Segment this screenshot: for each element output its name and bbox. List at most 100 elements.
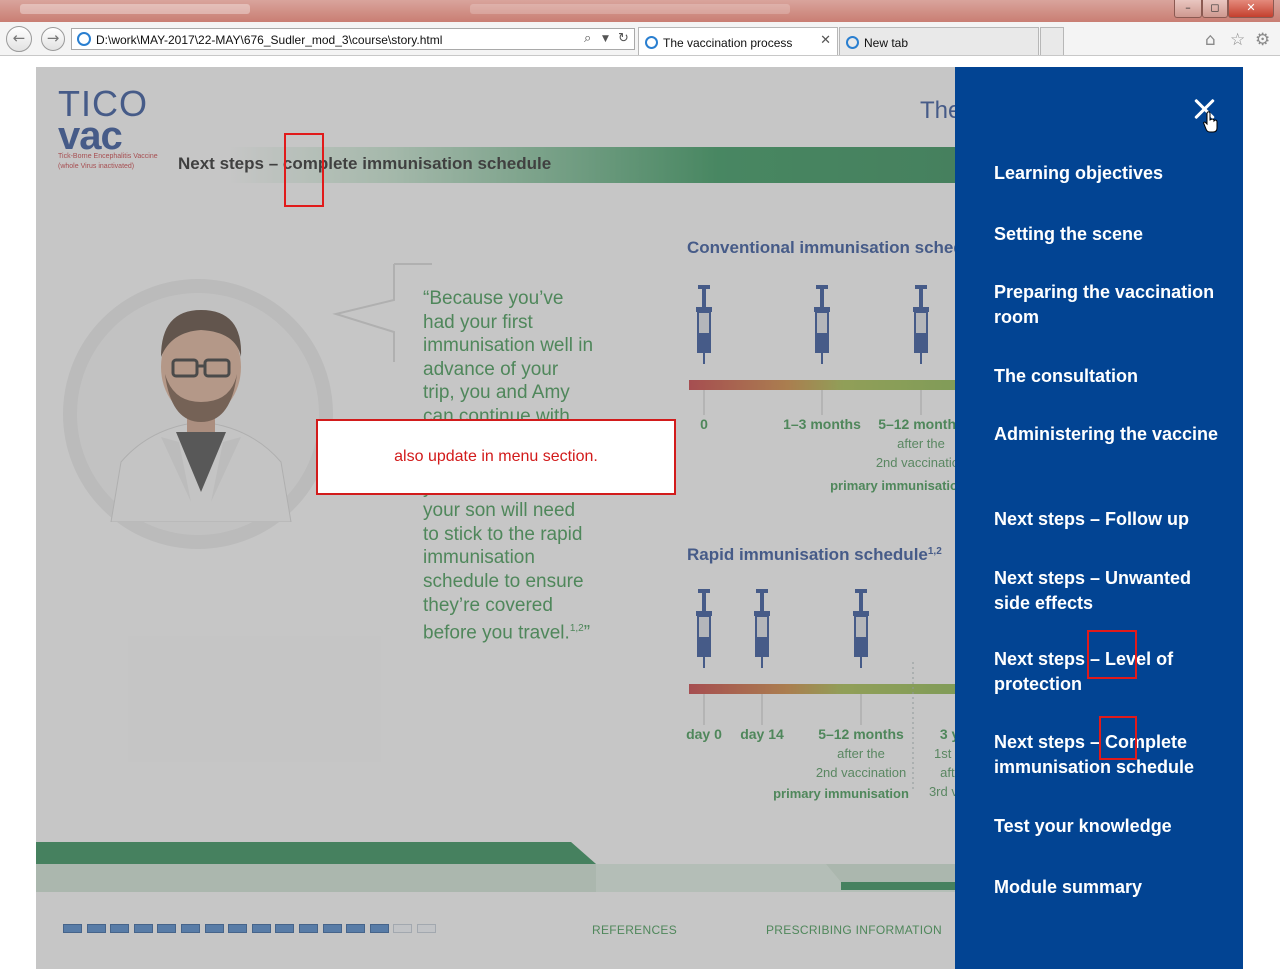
menu-item-setting-the-scene[interactable]: Setting the scene — [994, 222, 1224, 247]
syringe-rod — [859, 593, 863, 611]
browser-toolbar: ← → D:\work\MAY-2017\22-MAY\676_Sudler_m… — [0, 22, 1280, 56]
syringe-plunger — [855, 589, 867, 593]
quote-line: advance of your — [423, 358, 559, 380]
quote-line: they’re covered — [423, 594, 553, 616]
course-slide: TICO vac Tick-Borne Encephalitis Vaccine… — [36, 67, 955, 969]
favorites-star-icon[interactable]: ☆ — [1230, 30, 1245, 50]
menu-item-preparing-vaccination-room[interactable]: Preparing the vaccination room — [994, 280, 1224, 329]
window-titlebar: – ◻ ✕ — [0, 0, 1280, 22]
phase-label: primary immunisation — [830, 478, 955, 493]
progress-segment — [417, 924, 436, 933]
timeline-point-label: 5–12 months — [878, 416, 955, 432]
references-link[interactable]: REFERENCES — [592, 923, 677, 937]
close-tab-icon[interactable]: ✕ — [820, 33, 831, 48]
maximize-button[interactable]: ◻ — [1202, 0, 1228, 18]
review-highlight-box — [1099, 716, 1137, 760]
prescribing-information-link[interactable]: PRESCRIBING INFORMATION — [766, 923, 942, 937]
menu-item-test-your-knowledge[interactable]: Test your knowledge — [994, 814, 1224, 839]
syringe-rod — [919, 289, 923, 307]
timeline-point-label: day 14 — [740, 726, 784, 742]
timeline-point-sublabel: after the — [940, 765, 955, 780]
syringe-rod — [702, 593, 706, 611]
progress-segment — [63, 924, 82, 933]
progress-segment — [157, 924, 177, 933]
menu-item-administering-vaccine[interactable]: Administering the vaccine — [994, 422, 1224, 447]
timeline-bar — [689, 684, 955, 694]
settings-gear-icon[interactable]: ⚙ — [1255, 30, 1270, 50]
quote-line: to stick to the rapid — [423, 523, 583, 545]
quote-line: had your first — [423, 311, 533, 333]
progress-segment — [369, 924, 389, 933]
syringe-plunger — [816, 285, 828, 289]
home-icon[interactable]: ⌂ — [1205, 30, 1216, 50]
search-icon[interactable]: ⌕ — [584, 31, 591, 46]
menu-item-unwanted-side-effects[interactable]: Next steps – Unwanted side effects — [994, 566, 1224, 615]
progress-segment — [346, 924, 366, 933]
slide-title: The — [920, 97, 955, 124]
address-url: D:\work\MAY-2017\22-MAY\676_Sudler_mod_3… — [96, 33, 443, 47]
tab-label: New tab — [864, 36, 909, 50]
syringe-plunger — [915, 285, 927, 289]
quote-line: immunisation — [423, 547, 535, 569]
progress-segment — [204, 924, 224, 933]
quote-line: “Because you’ve — [423, 288, 564, 309]
quote-line: immunisation well in — [423, 335, 594, 357]
timeline-point-sublabel: 1st booste — [934, 746, 955, 761]
review-highlight-box — [1087, 630, 1137, 679]
syringe-liquid — [816, 333, 828, 352]
tab-vaccination-process[interactable]: The vaccination process ✕ — [638, 27, 838, 55]
progress-segment — [133, 924, 153, 933]
timeline-point-label: 5–12 months — [818, 726, 904, 742]
quote-line: your son will need — [423, 500, 576, 522]
phase-label: primary immunisation — [773, 786, 909, 801]
tab-new-tab[interactable]: New tab — [839, 27, 1039, 55]
progress-segment — [275, 924, 295, 933]
tab-label: The vaccination process — [663, 36, 793, 50]
forward-arrow-icon: → — [46, 29, 60, 47]
back-arrow-icon: ← — [12, 29, 26, 47]
timeline-point-sublabel: 3rd vaccinat — [929, 784, 955, 799]
timeline-point-sublabel: after the — [837, 746, 885, 761]
ie-page-icon — [77, 32, 91, 46]
syringe-rod — [760, 593, 764, 611]
chart-title: Conventional immunisation schedule — [687, 238, 955, 257]
menu-item-consultation[interactable]: The consultation — [994, 364, 1224, 389]
ie-page-icon — [846, 36, 859, 49]
review-highlight-box — [284, 133, 324, 207]
quote-line: trip, you and Amy — [423, 382, 570, 404]
timeline-point-label: 0 — [700, 416, 708, 432]
progress-segment — [299, 924, 318, 933]
quote-line: schedule to ensure — [423, 570, 584, 592]
speech-bubble-tail — [332, 263, 432, 362]
quote-superscript: 1,2 — [569, 623, 584, 635]
back-button[interactable]: ← — [6, 26, 32, 52]
hand-cursor-icon — [1203, 111, 1218, 133]
timeline-bar — [689, 380, 955, 390]
new-tab-button[interactable] — [1040, 27, 1064, 55]
decorative-bottom-bands — [36, 842, 955, 892]
syringe-liquid — [855, 637, 867, 656]
menu-item-module-summary[interactable]: Module summary — [994, 875, 1224, 900]
progress-segment — [251, 924, 271, 933]
progress-segment — [86, 924, 106, 933]
page-viewport: TICO vac Tick-Borne Encephalitis Vaccine… — [0, 57, 1280, 969]
quote-line-last: before you travel.1,2” — [423, 622, 591, 644]
progress-segment — [228, 924, 248, 933]
side-menu: Learning objectives Setting the scene Pr… — [955, 67, 1243, 969]
menu-item-learning-objectives[interactable]: Learning objectives — [994, 161, 1224, 186]
logo-subtitle: Tick-Borne Encephalitis Vaccine — [58, 153, 158, 160]
timeline-point-sublabel: 2nd vaccination — [816, 765, 906, 780]
syringe-rod — [702, 289, 706, 307]
syringe-plunger — [698, 285, 710, 289]
syringe-rod — [820, 289, 824, 307]
close-window-button[interactable]: ✕ — [1228, 0, 1274, 18]
forward-button[interactable]: → — [41, 27, 65, 51]
progress-segment — [181, 924, 200, 933]
refresh-icon[interactable]: ↻ — [618, 31, 629, 46]
menu-item-follow-up[interactable]: Next steps – Follow up — [994, 507, 1224, 532]
address-bar[interactable]: D:\work\MAY-2017\22-MAY\676_Sudler_mod_3… — [71, 28, 635, 50]
progress-segment — [110, 924, 130, 933]
dropdown-arrow-icon[interactable]: ▼ — [602, 34, 609, 44]
minimize-button[interactable]: – — [1174, 0, 1202, 18]
review-comment-box: also update in menu section. — [316, 419, 676, 495]
